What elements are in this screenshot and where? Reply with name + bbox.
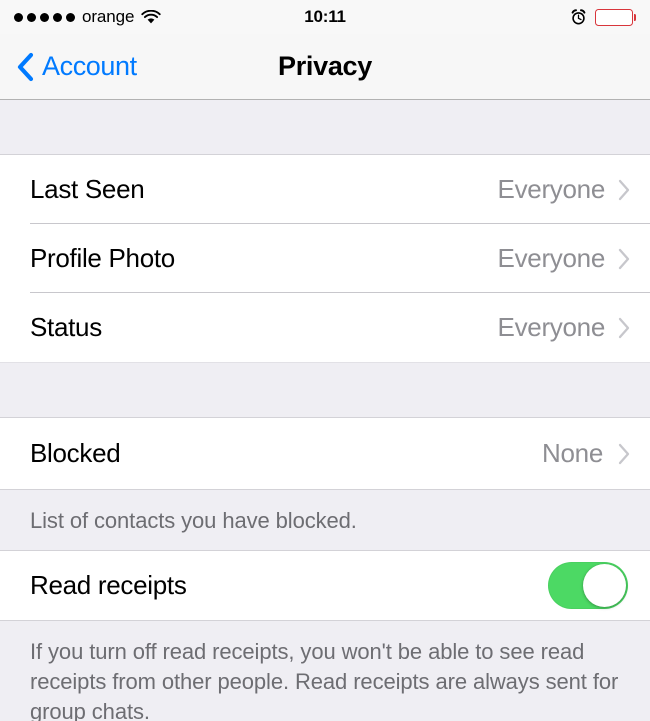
chevron-right-icon: [617, 441, 632, 467]
row-value: Everyone: [497, 174, 606, 204]
back-button-label: Account: [42, 51, 137, 81]
chevron-right-icon: [617, 246, 632, 272]
row-label: Profile Photo: [30, 243, 175, 273]
chevron-right-icon: [617, 177, 632, 203]
privacy-visibility-group: Last Seen Everyone Profile Photo Everyon…: [0, 155, 650, 362]
row-value: Everyone: [497, 243, 606, 273]
read-receipts-group: Read receipts: [0, 551, 650, 621]
row-accessory-area: Everyone: [498, 174, 632, 205]
read-receipts-toggle[interactable]: [548, 562, 628, 609]
row-label: Status: [30, 312, 102, 342]
list-group-spacer: [0, 362, 650, 418]
row-label: Last Seen: [30, 174, 145, 204]
list-top-spacer: [0, 100, 650, 155]
read-receipts-group-footer: If you turn off read receipts, you won't…: [0, 621, 650, 721]
row-value: Everyone: [497, 312, 606, 342]
blocked-group-footer: List of contacts you have blocked.: [0, 490, 650, 551]
toggle-knob: [583, 564, 626, 607]
row-value: None: [542, 438, 603, 468]
row-read-receipts[interactable]: Read receipts: [0, 551, 650, 621]
status-bar-clock: 10:11: [304, 7, 346, 26]
status-bar-right: [570, 8, 636, 26]
row-accessory-area: [548, 562, 628, 609]
row-blocked[interactable]: Blocked None: [0, 418, 650, 490]
status-bar: orange 10:11: [0, 0, 650, 34]
chevron-left-icon: [16, 52, 34, 82]
row-last-seen[interactable]: Last Seen Everyone: [0, 155, 650, 224]
battery-low-icon: [595, 8, 636, 26]
row-status[interactable]: Status Everyone: [0, 293, 650, 362]
navigation-bar: Account Privacy: [0, 34, 650, 100]
alarm-clock-icon: [570, 8, 587, 26]
row-accessory-area: Everyone: [498, 243, 632, 274]
back-button[interactable]: Account: [0, 51, 137, 82]
chevron-right-icon: [617, 315, 632, 341]
settings-list: Last Seen Everyone Profile Photo Everyon…: [0, 100, 650, 721]
blocked-group: Blocked None: [0, 418, 650, 490]
row-accessory-area: Everyone: [498, 312, 632, 343]
row-accessory-area: None: [542, 438, 632, 469]
row-label: Blocked: [30, 438, 121, 468]
row-label: Read receipts: [30, 570, 187, 600]
row-profile-photo[interactable]: Profile Photo Everyone: [0, 224, 650, 293]
phone-screen: orange 10:11 Account Privacy Last Seen E…: [0, 0, 650, 721]
